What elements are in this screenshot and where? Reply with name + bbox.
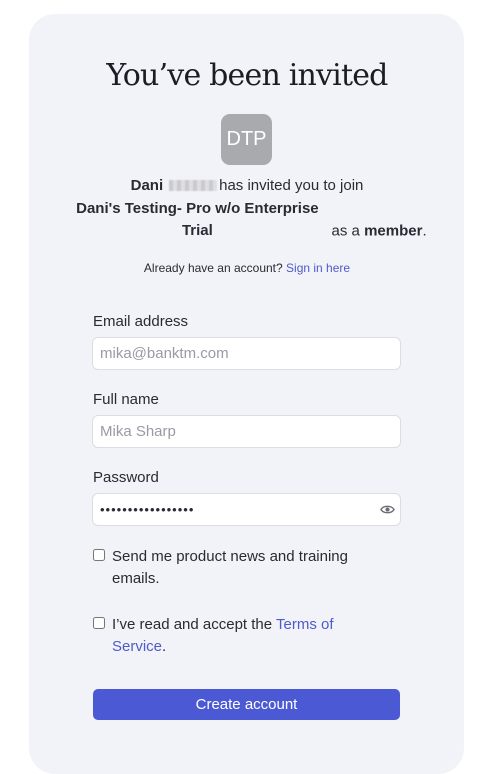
org-name: Dani's Testing- Pro w/o Enterprise Trial [76,199,319,240]
page-title: You’ve been invited [106,58,388,93]
eye-icon[interactable] [380,503,395,516]
news-checkbox-label: Send me product news and training emails… [112,548,348,587]
signin-link[interactable]: Sign in here [286,261,350,275]
terms-suffix: . [162,638,167,655]
terms-prefix: I’ve read and accept the [112,616,273,633]
org-avatar: DTP [221,114,272,165]
invite-period: . [422,222,427,239]
terms-checkbox-label: I’ve read and accept the Terms of Servic… [112,614,382,658]
news-checkbox[interactable] [93,549,105,561]
password-label: Password [93,469,159,486]
signin-prompt-text: Already have an account? [143,261,283,275]
email-field[interactable] [92,337,401,370]
redacted-last-name [169,180,218,191]
fullname-field[interactable] [92,415,401,448]
role-name: member [364,222,423,239]
role-prefix: as a [331,222,360,239]
invite-message: Dani has invited you to join Dani's Testi… [0,175,484,243]
password-field[interactable] [92,493,401,526]
terms-checkbox[interactable] [93,617,105,629]
inviter-name: Dani [130,177,164,194]
fullname-label: Full name [93,391,159,408]
invite-text: has invited you to join [219,177,364,194]
signin-prompt: Already have an account? Sign in here [0,261,484,275]
create-account-button[interactable]: Create account [93,689,400,720]
email-label: Email address [93,313,189,330]
